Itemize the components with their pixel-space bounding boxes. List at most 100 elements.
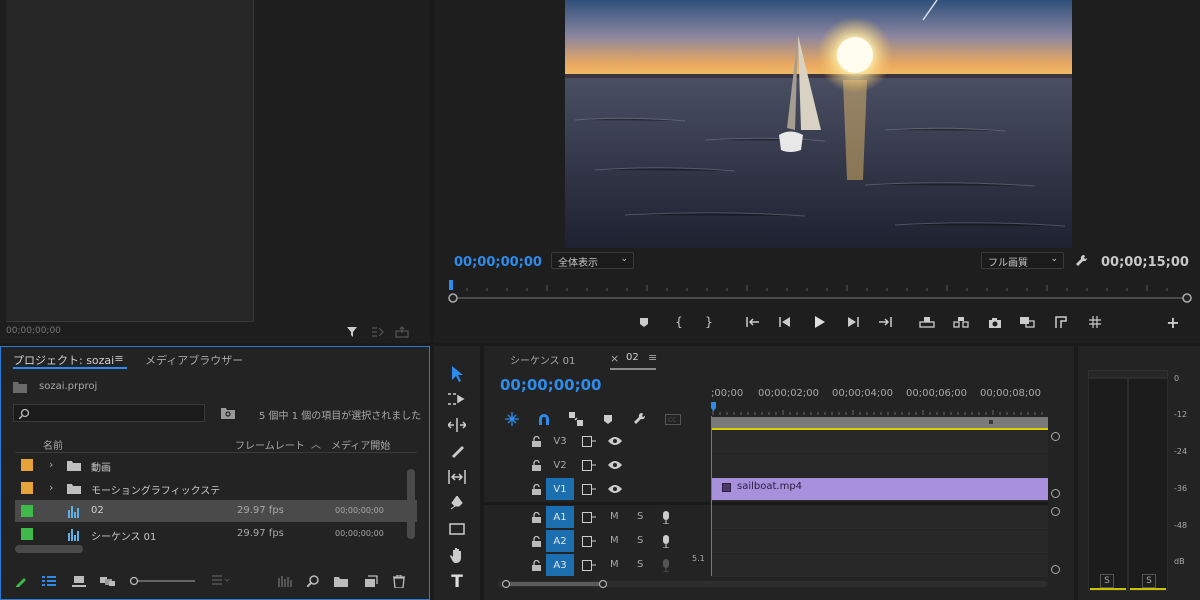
panel-menu-icon[interactable]: ≡ (113, 352, 125, 365)
solo-left-button[interactable]: S (1100, 574, 1114, 588)
horizontal-scrollbar[interactable] (15, 545, 83, 553)
type-tool-icon[interactable]: T (447, 572, 467, 592)
freeform-view-icon[interactable] (99, 574, 117, 588)
hand-tool-icon[interactable] (447, 546, 467, 564)
horizontal-scrollbar[interactable] (498, 579, 1048, 589)
automate-to-sequence-icon[interactable] (277, 574, 295, 588)
label-color-swatch[interactable] (21, 459, 33, 471)
track-lane-v1[interactable]: sailboat.mp4 (711, 478, 1048, 501)
label-color-swatch[interactable] (21, 505, 33, 517)
mark-in-icon[interactable]: { (668, 313, 690, 331)
mute-button[interactable]: M (610, 535, 619, 546)
sort-ascending-icon[interactable]: ︿ (311, 436, 321, 451)
vertical-zoom-handle[interactable] (1051, 489, 1060, 498)
icon-view-icon[interactable] (71, 574, 87, 588)
wrench-icon[interactable] (632, 412, 648, 426)
vertical-zoom-handle[interactable] (1051, 565, 1060, 574)
microphone-icon[interactable] (660, 558, 672, 572)
column-media-start[interactable]: メディア開始 (331, 437, 390, 452)
playhead[interactable] (711, 416, 712, 576)
eye-icon[interactable] (608, 459, 622, 471)
list-view-icon[interactable] (41, 574, 57, 588)
list-item-selected[interactable]: 02 29.97 fps 00;00;00;00 (15, 500, 417, 522)
add-button-icon[interactable]: + (1162, 313, 1184, 332)
step-forward-icon[interactable] (842, 313, 864, 331)
tab-project[interactable]: プロジェクト: sozai (13, 352, 114, 368)
video-clip[interactable]: sailboat.mp4 (711, 478, 1048, 500)
lock-icon[interactable] (530, 435, 542, 447)
sync-lock-icon[interactable] (582, 559, 596, 571)
export-frame-icon[interactable] (394, 324, 410, 340)
timeline-ruler[interactable] (711, 402, 1048, 432)
snap-magnet-icon[interactable] (536, 412, 552, 426)
mark-out-icon[interactable]: } (698, 313, 720, 331)
list-item[interactable]: › 動画 (15, 454, 417, 476)
sync-lock-icon[interactable] (582, 459, 596, 471)
microphone-icon[interactable] (660, 534, 672, 548)
tab-sequence-01[interactable]: シーケンス 01 (510, 352, 575, 367)
lock-icon[interactable] (530, 459, 542, 471)
nest-toggle-icon[interactable] (504, 412, 520, 426)
column-frame-rate[interactable]: フレームレート (235, 437, 305, 452)
track-lane-a3[interactable] (711, 554, 1048, 577)
expand-arrow-icon[interactable]: › (49, 481, 53, 494)
track-lane-a2[interactable] (711, 530, 1048, 553)
wrench-icon[interactable] (1074, 253, 1090, 269)
sort-icons-icon[interactable] (211, 574, 231, 588)
step-back-icon[interactable] (774, 313, 796, 331)
razor-tool-icon[interactable] (447, 442, 467, 460)
lift-icon[interactable] (916, 313, 938, 331)
vertical-zoom-handle[interactable] (1051, 507, 1060, 516)
track-target-v1[interactable]: V1 (546, 478, 574, 500)
track-target-a2[interactable]: A2 (546, 530, 574, 552)
selection-tool-icon[interactable] (447, 364, 467, 384)
add-marker-icon[interactable] (633, 313, 655, 331)
tab-media-browser[interactable]: メディアブラウザー (145, 352, 243, 368)
track-lane-a1[interactable] (711, 506, 1048, 529)
captions-icon[interactable]: CC (664, 412, 682, 426)
filter-icon[interactable] (344, 324, 360, 340)
trash-icon[interactable] (391, 574, 407, 588)
playback-quality-select[interactable]: フル画質 ⌄ (981, 252, 1064, 269)
find-icon[interactable] (305, 574, 321, 588)
insert-icon[interactable] (370, 324, 386, 340)
safe-margins-icon[interactable] (1050, 313, 1072, 331)
solo-button[interactable]: S (637, 511, 643, 522)
pen-tool-icon[interactable] (447, 494, 467, 512)
zoom-level-select[interactable]: 全体表示 ⌄ (551, 252, 634, 269)
sync-lock-icon[interactable] (582, 511, 596, 523)
linked-selection-icon[interactable] (568, 412, 584, 426)
sync-lock-icon[interactable] (582, 483, 596, 495)
new-bin-icon[interactable] (333, 574, 349, 588)
column-name[interactable]: 名前 (43, 437, 63, 452)
sync-lock-icon[interactable] (582, 435, 596, 447)
lock-icon[interactable] (530, 559, 542, 571)
solo-right-button[interactable]: S (1142, 574, 1156, 588)
track-select-tool-icon[interactable] (447, 390, 467, 408)
lock-icon[interactable] (530, 535, 542, 547)
list-item[interactable]: シーケンス 01 29.97 fps 00;00;00;00 (15, 523, 417, 545)
mute-button[interactable]: M (610, 511, 619, 522)
vertical-scrollbar[interactable] (407, 469, 415, 539)
expand-arrow-icon[interactable]: › (49, 458, 53, 471)
lock-icon[interactable] (530, 483, 542, 495)
track-target-v2[interactable]: V2 (546, 454, 574, 476)
ripple-edit-tool-icon[interactable] (447, 416, 467, 434)
microphone-icon[interactable] (660, 510, 672, 524)
track-target-v3[interactable]: V3 (546, 430, 574, 452)
vertical-zoom-handle[interactable] (1051, 432, 1060, 441)
search-input[interactable] (13, 404, 205, 422)
play-icon[interactable] (808, 313, 830, 331)
find-bin-icon[interactable] (220, 406, 236, 420)
eye-icon[interactable] (608, 483, 622, 495)
label-color-swatch[interactable] (21, 528, 33, 540)
close-icon[interactable] (480, 350, 490, 362)
track-target-a1[interactable]: A1 (546, 506, 574, 528)
go-to-out-icon[interactable] (874, 313, 896, 331)
comparison-view-icon[interactable] (1016, 313, 1038, 331)
rectangle-tool-icon[interactable] (447, 520, 467, 538)
list-item[interactable]: › モーショングラフィックステ (15, 477, 417, 499)
av-divider[interactable] (484, 502, 1048, 505)
close-icon[interactable]: × (610, 352, 619, 365)
add-marker-icon[interactable] (600, 412, 616, 426)
